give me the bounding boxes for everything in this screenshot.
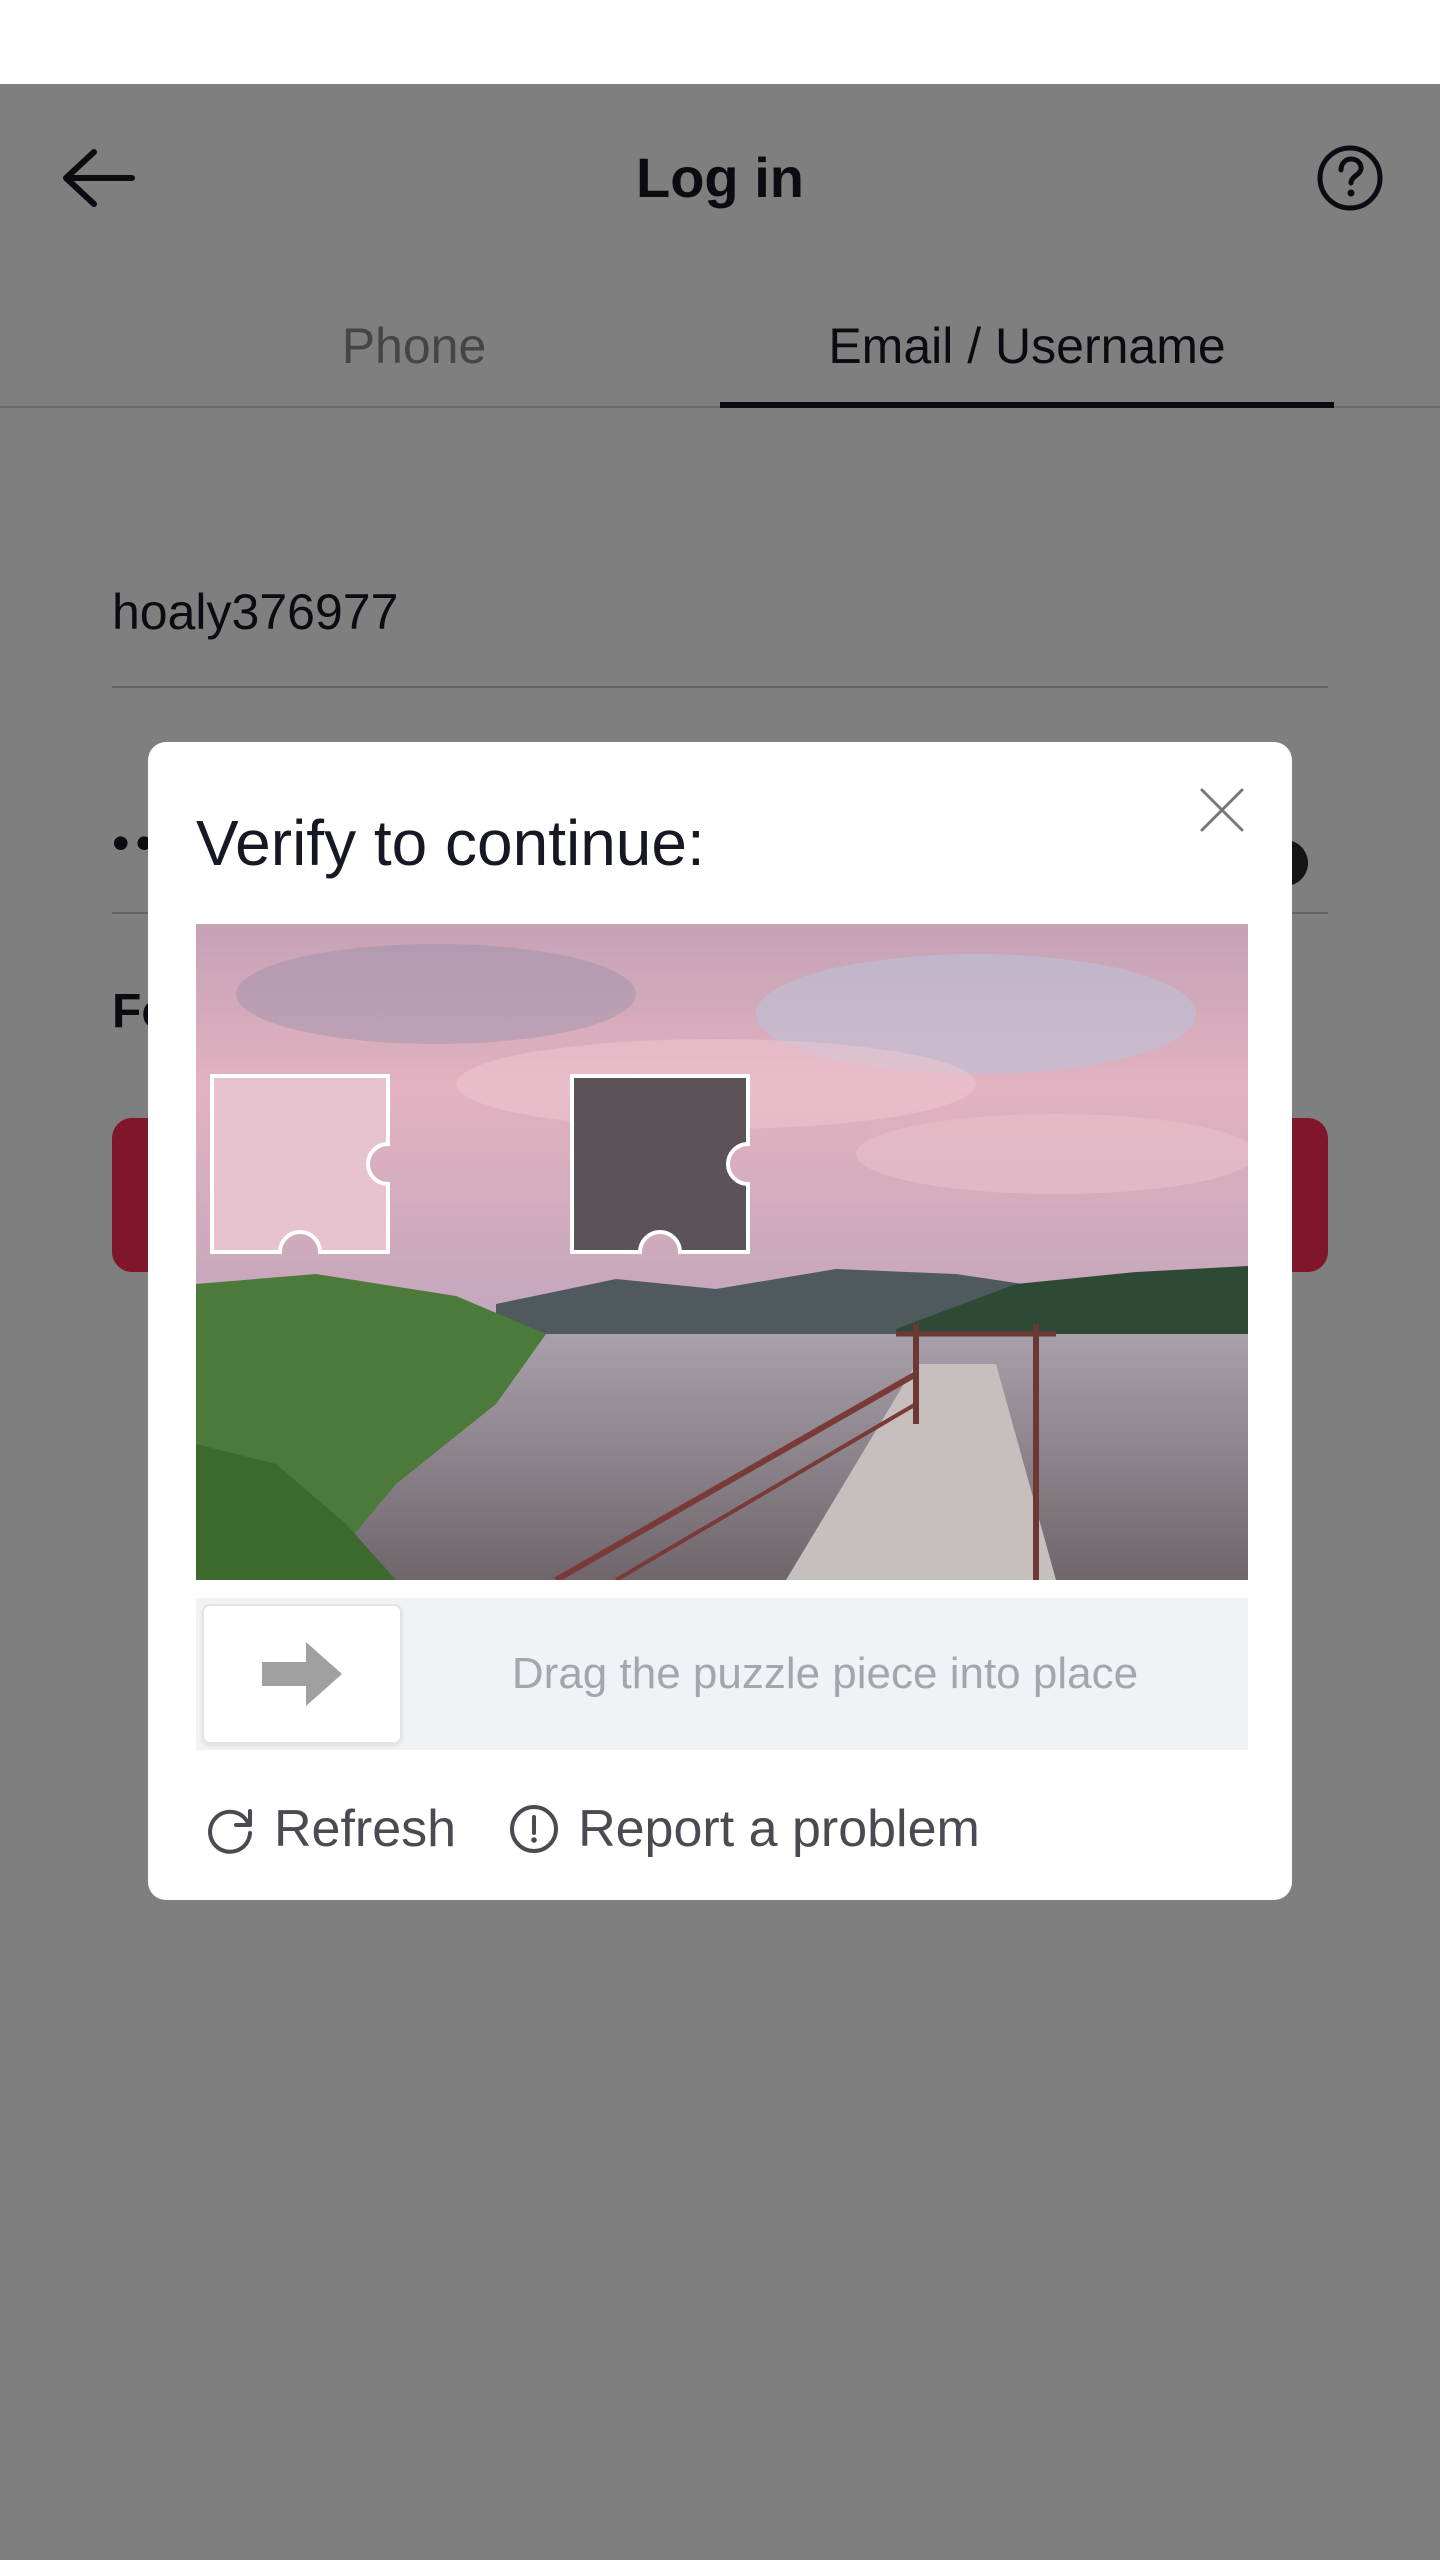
slider-handle[interactable] [202,1604,402,1744]
status-bar [0,0,1440,84]
draggable-puzzle-piece[interactable] [210,1074,390,1254]
refresh-icon [208,1809,252,1854]
refresh-button[interactable]: Refresh [204,1799,456,1859]
puzzle-target-slot [570,1074,750,1254]
close-icon [1200,788,1244,832]
report-problem-label: Report a problem [578,1800,980,1858]
close-button[interactable] [1194,782,1250,838]
slider-track: Drag the puzzle piece into place [196,1598,1248,1750]
captcha-image [196,924,1248,1580]
captcha-actions: Refresh Report a problem [204,1784,1032,1874]
refresh-label: Refresh [274,1800,457,1858]
captcha-modal: Verify to continue: Drag the puzzle piec… [148,742,1292,1900]
exclamation-circle-icon [510,1805,559,1853]
arrow-right-icon [262,1642,342,1706]
slider-hint: Drag the puzzle piece into place [511,1649,1139,1698]
captcha-title: Verify to continue: [196,807,705,879]
report-problem-button[interactable]: Report a problem [508,1799,980,1859]
